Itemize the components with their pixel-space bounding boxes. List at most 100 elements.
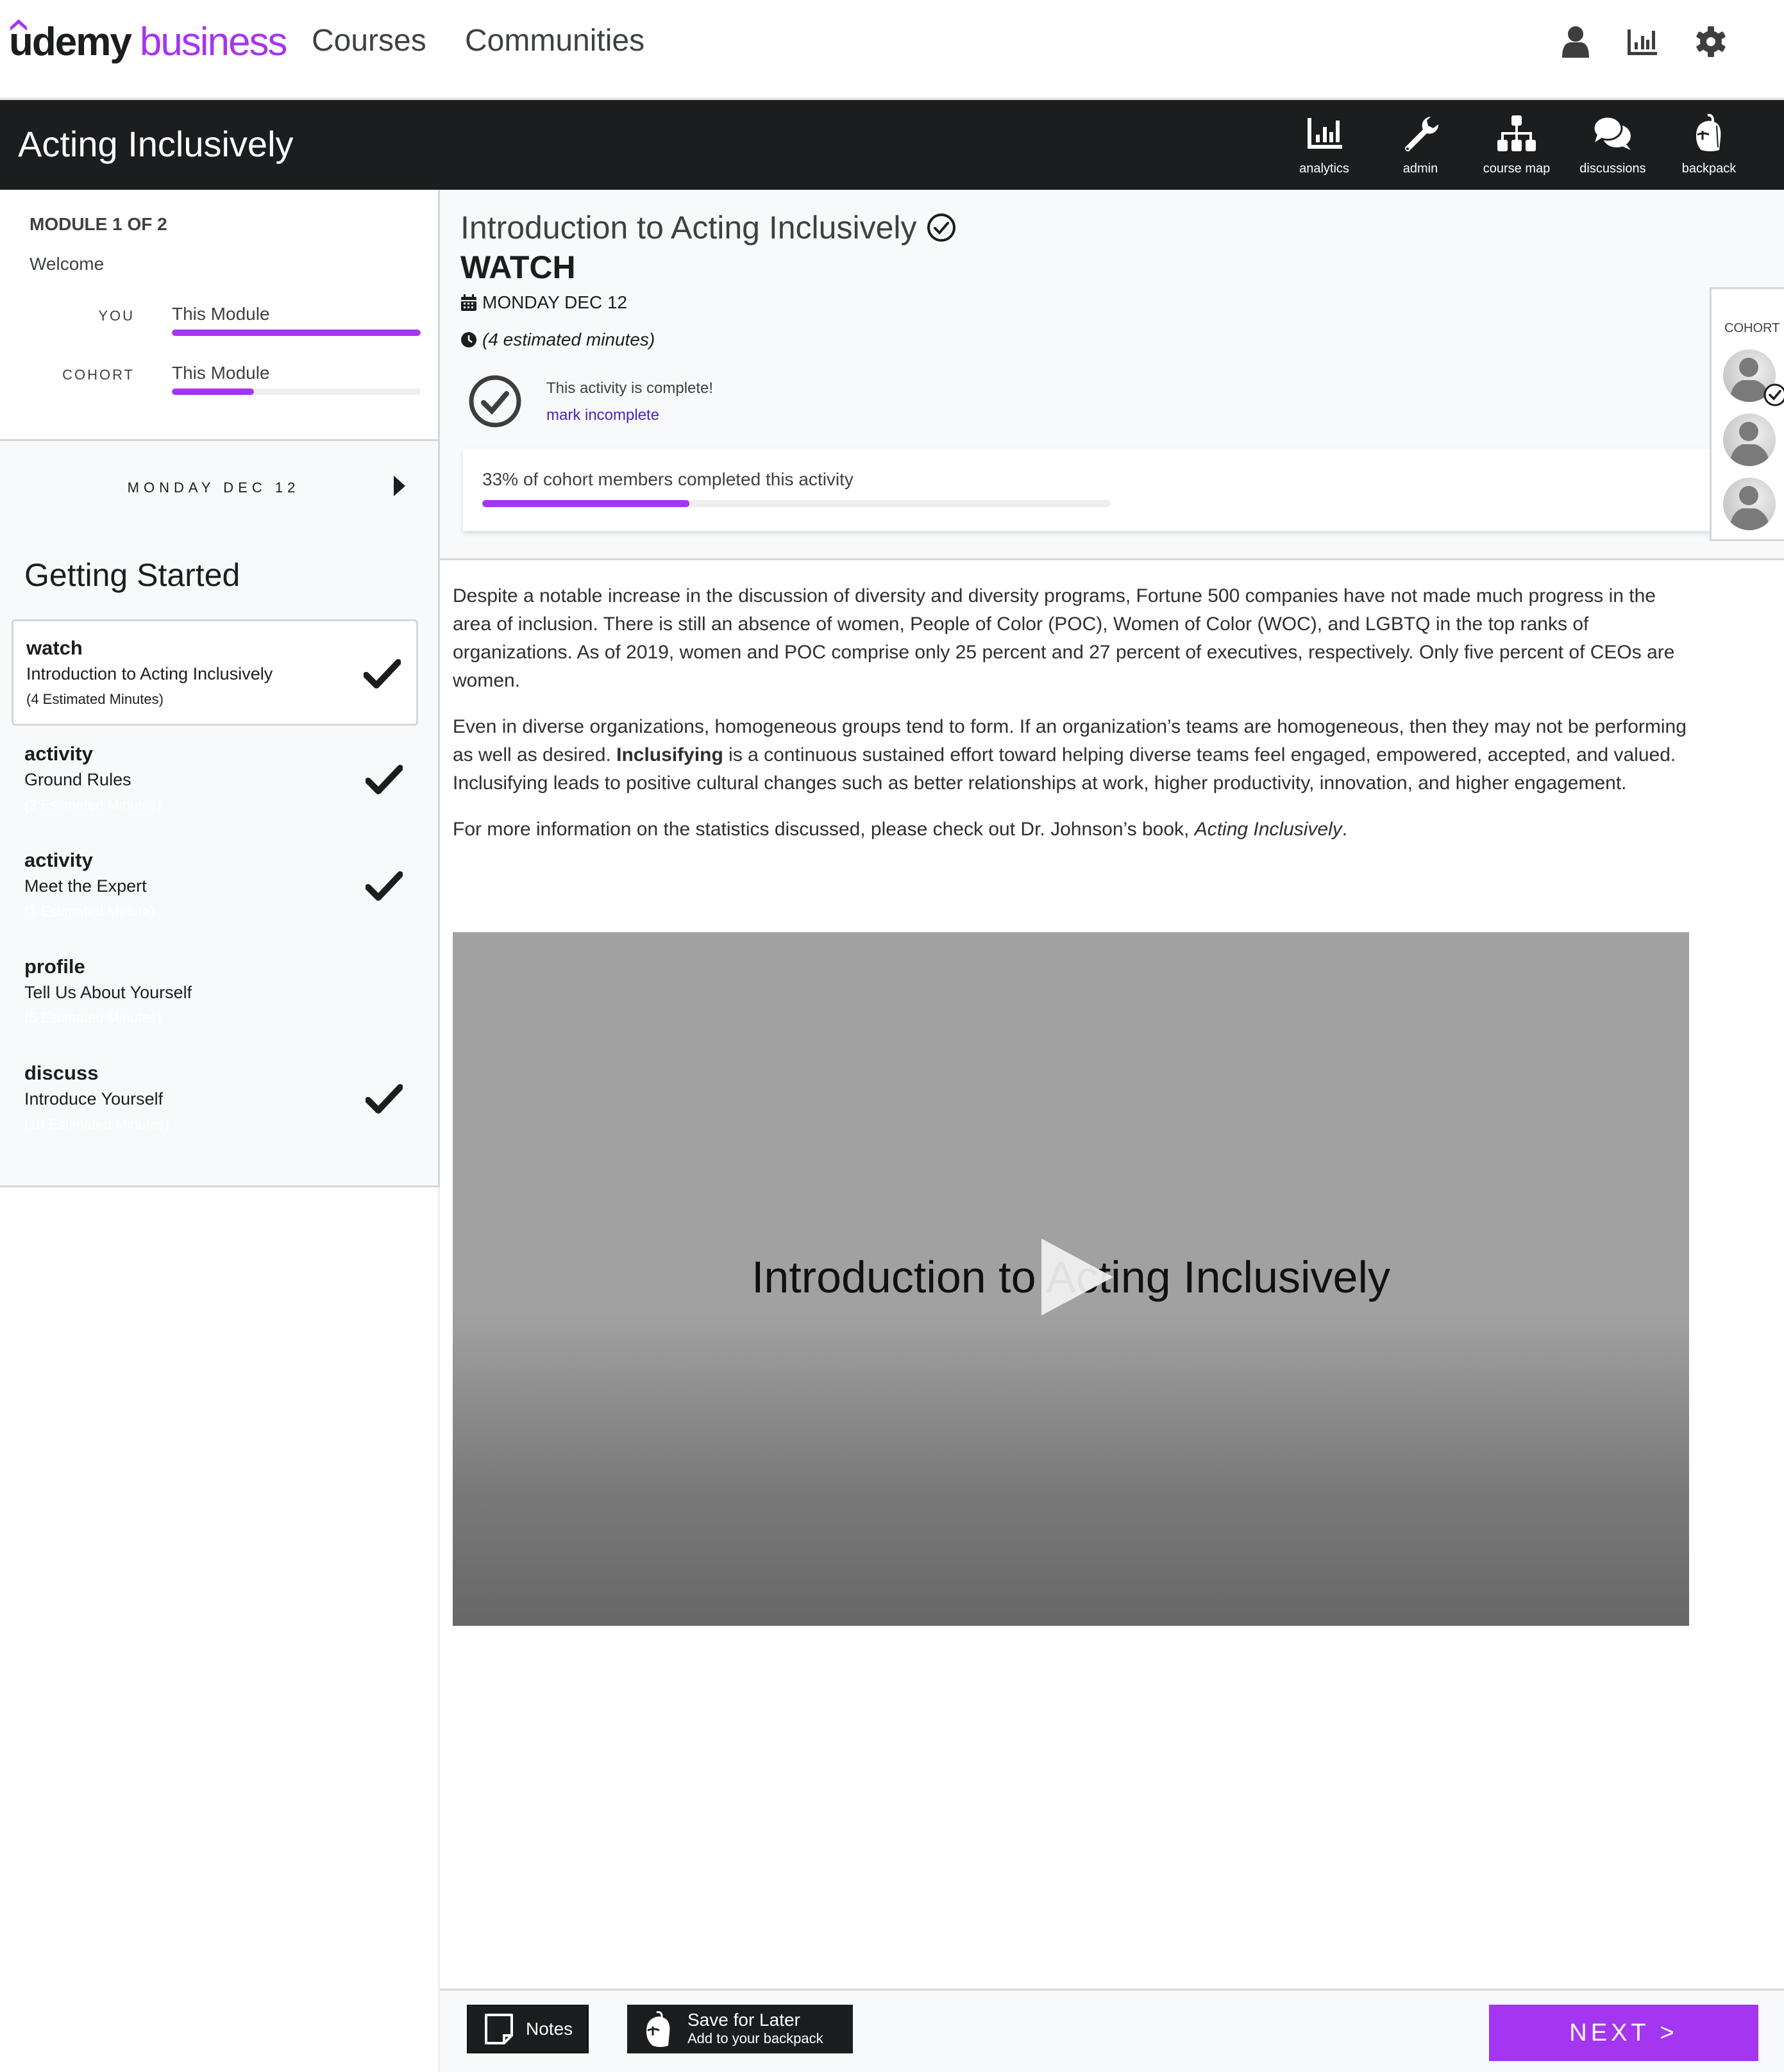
video-player[interactable]: Introduction to Acting Inclusively [453, 932, 1689, 1626]
description-paragraph-2: Even in diverse organizations, homogeneo… [453, 713, 1690, 798]
discussions-tool-button[interactable]: discussions [1565, 113, 1661, 176]
cohort-member-avatar[interactable] [1723, 478, 1776, 530]
analytics-icon[interactable] [1625, 24, 1660, 59]
save-for-later-button[interactable]: Save for Later Add to your backpack [627, 2005, 853, 2053]
cohort-progress-fill [172, 388, 255, 395]
checkmark-icon [366, 871, 403, 901]
activity-time: (4 estimated minutes) [460, 330, 655, 350]
book-title: Acting Inclusively [1194, 819, 1342, 840]
you-progress-label: YOU [98, 308, 135, 324]
activity-type: activity [24, 849, 93, 871]
paragraph-text: For more information on the statistics d… [453, 819, 1195, 840]
play-icon[interactable] [1041, 1239, 1113, 1316]
activity-type: watch [26, 637, 83, 659]
notes-label: Notes [526, 2019, 573, 2039]
cohort-completion-text: 33% of cohort members completed this act… [482, 469, 854, 489]
checkmark-icon [364, 659, 401, 689]
backpack-icon [646, 2011, 670, 2047]
day-label: MONDAY DEC 12 [127, 480, 300, 496]
admin-tool-button[interactable]: admin [1372, 113, 1468, 176]
activity-name: Tell Us About Yourself [24, 983, 192, 1002]
activity-item-tell-us-about-yourself[interactable]: profile Tell Us About Yourself (5 Estima… [12, 940, 418, 1046]
cohort-panel-label: COHORT [1724, 321, 1780, 335]
top-navigation: udemy business Courses Communities [0, 0, 1784, 97]
tool-label: course map [1483, 162, 1551, 176]
module-progress-panel: MODULE 1 OF 2 Welcome YOU This Module CO… [0, 190, 440, 441]
course-header-bar: Acting Inclusively analytics admin cours… [0, 97, 1784, 190]
activity-type: activity [24, 742, 93, 765]
activity-type: profile [24, 955, 85, 978]
cohort-completion-fill [482, 500, 690, 507]
udemy-business-logo[interactable]: udemy business [9, 19, 288, 71]
person-silhouette-icon [1729, 422, 1771, 466]
next-day-arrow-icon[interactable] [392, 474, 407, 497]
sitemap-icon [1497, 115, 1536, 151]
logo-secondary-text: business [139, 20, 288, 64]
backpack-tool-button[interactable]: backpack [1661, 113, 1757, 176]
activity-title: Introduction to Acting Inclusively [460, 209, 957, 246]
nav-courses-link[interactable]: Courses [312, 23, 426, 58]
section-title: Getting Started [24, 557, 240, 593]
inclusifying-bold-term: Inclusifying [616, 744, 723, 765]
clock-icon [461, 332, 476, 347]
module-name: Welcome [29, 254, 105, 274]
analytics-tool-button[interactable]: analytics [1276, 113, 1372, 176]
activity-item-watch[interactable]: watch Introduction to Acting Inclusively… [12, 619, 418, 726]
nav-communities-link[interactable]: Communities [465, 23, 644, 58]
logo-primary-text: udemy [9, 20, 132, 64]
next-button[interactable]: NEXT > [1489, 2005, 1758, 2061]
tool-label: backpack [1681, 162, 1737, 176]
chat-bubbles-icon [1592, 115, 1631, 150]
mark-incomplete-link[interactable]: mark incomplete [546, 406, 659, 424]
activity-kind: WATCH [460, 249, 576, 285]
sidebar-empty-area [0, 1187, 440, 2072]
you-progress-bar [172, 330, 421, 336]
backpack-icon [1696, 113, 1721, 151]
activity-item-meet-the-expert[interactable]: activity Meet the Expert (1 Estimated Mi… [12, 833, 418, 940]
activity-type: discuss [24, 1062, 99, 1084]
bar-chart-icon [1308, 118, 1342, 149]
course-title: Acting Inclusively [18, 124, 294, 164]
activity-date: MONDAY DEC 12 [460, 292, 627, 313]
activity-description: Despite a notable increase in the discus… [453, 582, 1690, 862]
complete-status-text: This activity is complete! [546, 380, 714, 397]
activity-name: Introduction to Acting Inclusively [26, 664, 273, 683]
module-label: MODULE 1 OF 2 [29, 214, 167, 234]
cohort-member-avatar[interactable] [1723, 414, 1776, 466]
cohort-completion-card: 33% of cohort members completed this act… [463, 449, 1720, 531]
cohort-progress-title: This Module [172, 363, 270, 383]
activity-duration: (4 Estimated Minutes) [26, 691, 164, 707]
activity-header: Introduction to Acting Inclusively WATCH… [440, 190, 1784, 560]
activity-item-introduce-yourself[interactable]: discuss Introduce Yourself (10 Estimated… [12, 1046, 418, 1153]
notes-button[interactable]: Notes [467, 2005, 589, 2053]
activity-name: Ground Rules [24, 770, 131, 789]
activity-item-ground-rules[interactable]: activity Ground Rules (2 Estimated Minut… [12, 727, 418, 833]
tool-label: admin [1402, 162, 1438, 176]
paragraph-text: . [1342, 819, 1348, 840]
course-map-tool-button[interactable]: course map [1468, 113, 1565, 176]
note-page-icon [485, 2014, 513, 2044]
cohort-members-panel: COHORT [1710, 287, 1784, 541]
tool-label: discussions [1579, 162, 1646, 176]
logo-udemy: udemy [9, 19, 132, 65]
calendar-icon [461, 294, 476, 311]
cohort-progress-label: COHORT [62, 367, 135, 383]
settings-gear-icon[interactable] [1694, 24, 1728, 59]
you-progress-title: This Module [172, 304, 270, 324]
activity-duration: (10 Estimated Minutes) [24, 1116, 170, 1132]
cohort-progress-bar [172, 388, 421, 395]
user-icon[interactable] [1558, 24, 1593, 59]
activity-title-text: Introduction to Acting Inclusively [460, 210, 917, 246]
circle-check-icon [927, 213, 955, 242]
checkmark-icon [366, 1084, 403, 1114]
save-for-later-title: Save for Later [687, 2010, 800, 2030]
save-for-later-subtitle: Add to your backpack [687, 2030, 823, 2046]
checkmark-icon [366, 765, 403, 794]
activity-time-text: (4 estimated minutes) [482, 330, 655, 349]
tool-label: analytics [1299, 162, 1349, 176]
activity-list-panel: MONDAY DEC 12 Getting Started watch Intr… [0, 441, 440, 1187]
person-silhouette-icon [1729, 486, 1771, 530]
logo-caret-icon [10, 19, 27, 31]
activity-duration: (5 Estimated Minutes) [24, 1010, 162, 1026]
activity-duration: (1 Estimated Minute) [24, 903, 155, 919]
